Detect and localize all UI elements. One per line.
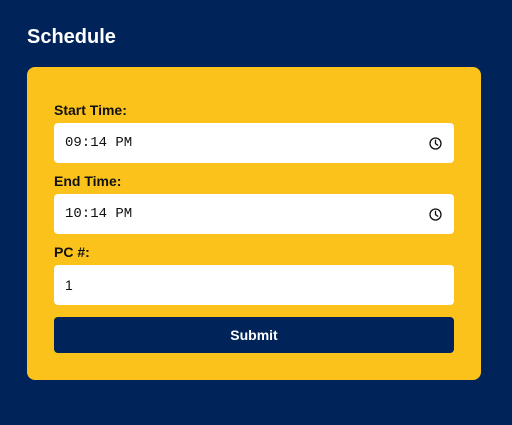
- pc-number-value: 1: [65, 277, 73, 293]
- start-time-label: Start Time:: [54, 102, 127, 118]
- end-time-input[interactable]: 10:14 PM: [54, 194, 454, 234]
- clock-icon[interactable]: [428, 136, 442, 150]
- schedule-form-card: Start Time: 09:14 PM End Time: 10:14 PM …: [27, 67, 481, 380]
- pc-number-input[interactable]: 1: [54, 265, 454, 305]
- submit-button[interactable]: Submit: [54, 317, 454, 353]
- clock-icon[interactable]: [428, 207, 442, 221]
- end-time-label: End Time:: [54, 173, 122, 189]
- pc-number-label: PC #:: [54, 244, 90, 260]
- start-time-value: 09:14 PM: [65, 135, 133, 151]
- schedule-page: Schedule Start Time: 09:14 PM End Time: …: [0, 0, 512, 425]
- start-time-input[interactable]: 09:14 PM: [54, 123, 454, 163]
- page-title: Schedule: [27, 26, 116, 48]
- end-time-value: 10:14 PM: [65, 206, 133, 222]
